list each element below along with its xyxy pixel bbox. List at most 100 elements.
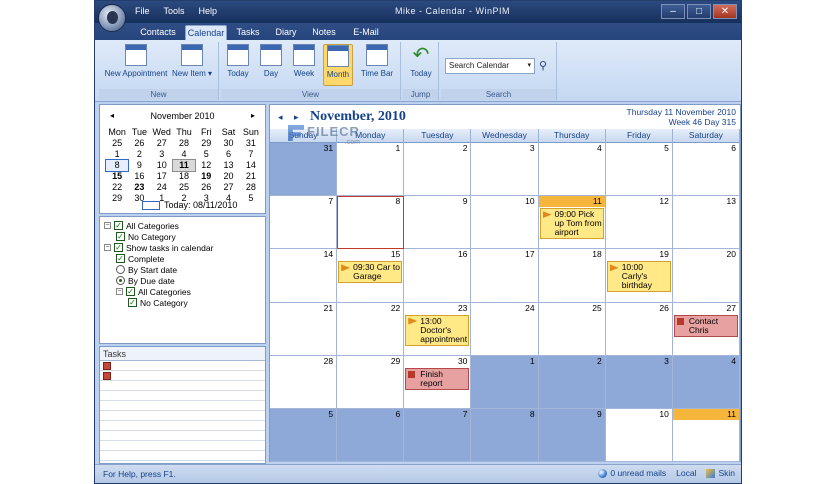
mini-calendar-day[interactable]: 26 — [195, 182, 217, 193]
calendar-day-cell[interactable]: 14 — [270, 249, 338, 303]
calendar-next-button[interactable]: ▸ — [294, 112, 299, 123]
calendar-event[interactable]: 09:00 Pick up Tom from airport — [539, 208, 604, 240]
calendar-day-cell[interactable]: 11 09:00 Pick up Tom from airport — [538, 196, 606, 250]
calendar-day-cell[interactable]: 8 — [471, 408, 539, 462]
view-week-button[interactable]: Week — [289, 44, 319, 78]
mini-calendar-day[interactable]: 12 — [195, 160, 217, 171]
calendar-event[interactable]: 10:00 Carly's birthday — [606, 261, 671, 293]
mini-calendar-day[interactable]: 25 — [173, 182, 195, 193]
calendar-day-cell[interactable]: 20 — [672, 249, 740, 303]
mini-calendar-next-button[interactable]: ▸ — [251, 111, 255, 120]
mini-calendar-day[interactable]: 15 — [106, 171, 128, 182]
unread-mails-status[interactable]: 0 unread mails — [598, 468, 666, 479]
mini-calendar-day[interactable]: 4 — [173, 149, 195, 160]
calendar-day-cell[interactable]: 24 — [471, 302, 539, 356]
search-icon[interactable]: ⚲ — [539, 59, 547, 72]
tab-calendar[interactable]: Calendar — [185, 25, 227, 40]
calendar-day-cell[interactable]: 9 — [538, 408, 606, 462]
jump-today-button[interactable]: ↶ Today — [405, 44, 437, 78]
skin-button[interactable]: Skin — [706, 468, 735, 479]
app-orb-button[interactable] — [98, 4, 126, 32]
task-row[interactable] — [100, 381, 265, 391]
mini-calendar-day[interactable]: 31 — [240, 138, 262, 149]
calendar-prev-button[interactable]: ◂ — [278, 112, 283, 123]
mini-calendar-day[interactable]: 19 — [195, 171, 217, 182]
checkbox[interactable]: ✓ — [126, 287, 135, 296]
mini-calendar-day[interactable]: 1 — [106, 149, 128, 160]
mini-calendar-day[interactable]: 28 — [240, 182, 262, 193]
mini-calendar-day[interactable]: 20 — [217, 171, 239, 182]
calendar-day-cell[interactable]: 30 Finish report — [404, 355, 472, 409]
close-button[interactable]: ✕ — [713, 4, 737, 19]
mini-calendar-day[interactable]: 27 — [151, 138, 173, 149]
calendar-day-cell[interactable]: 2 — [404, 143, 472, 197]
calendar-day-cell[interactable]: 7 — [404, 408, 472, 462]
checkbox[interactable]: ✓ — [116, 232, 125, 241]
mini-calendar-day[interactable]: 17 — [151, 171, 173, 182]
mini-calendar-day[interactable]: 29 — [195, 138, 217, 149]
new-appointment-button[interactable]: New Appointment — [103, 44, 169, 78]
task-row[interactable] — [100, 431, 265, 441]
expand-collapse-icon[interactable]: − — [104, 244, 111, 251]
filter-item[interactable]: − ✓ All Categories — [116, 286, 191, 297]
tab-notes[interactable]: Notes — [307, 25, 341, 40]
calendar-day-cell[interactable]: 31 — [270, 143, 338, 197]
calendar-day-cell[interactable]: 2 — [538, 355, 606, 409]
mini-calendar-day[interactable]: 5 — [195, 149, 217, 160]
view-day-button[interactable]: Day — [257, 44, 285, 78]
mini-calendar-day[interactable]: 2 — [128, 149, 150, 160]
calendar-event[interactable]: 09:30 Car to Garage — [338, 261, 403, 284]
task-row[interactable] — [100, 441, 265, 451]
calendar-day-cell[interactable]: 18 — [538, 249, 606, 303]
task-row[interactable] — [100, 401, 265, 411]
calendar-day-cell[interactable]: 17 — [471, 249, 539, 303]
mini-calendar-day[interactable]: 23 — [128, 182, 150, 193]
new-item-button[interactable]: New Item ▾ — [169, 44, 215, 78]
filter-item[interactable]: ✓ Complete — [116, 253, 164, 264]
mini-calendar-day[interactable]: 8 — [104, 159, 130, 172]
calendar-event[interactable]: 13:00 Doctor's appointment — [405, 314, 470, 346]
calendar-day-cell[interactable]: 15 09:30 Car to Garage — [337, 249, 405, 303]
calendar-day-cell[interactable]: 23 13:00 Doctor's appointment — [404, 302, 472, 356]
calendar-day-cell[interactable]: 10 — [605, 408, 673, 462]
filter-item[interactable]: − ✓ All Categories — [104, 220, 179, 231]
filter-item[interactable]: − ✓ Show tasks in calendar — [104, 242, 213, 253]
calendar-day-cell[interactable]: 12 — [605, 196, 673, 250]
mini-calendar-day[interactable]: 22 — [106, 182, 128, 193]
expand-collapse-icon[interactable]: − — [104, 222, 111, 229]
filter-item[interactable]: By Start date — [116, 264, 177, 275]
task-row[interactable] — [100, 451, 265, 461]
tab-diary[interactable]: Diary — [269, 25, 303, 40]
mini-calendar-day[interactable]: 7 — [240, 149, 262, 160]
calendar-day-cell[interactable]: 1 — [471, 355, 539, 409]
mini-calendar-day[interactable]: 9 — [128, 160, 150, 171]
mini-calendar-day[interactable]: 6 — [217, 149, 239, 160]
mini-calendar-day[interactable]: 27 — [217, 182, 239, 193]
mini-calendar-day[interactable]: 25 — [106, 138, 128, 149]
calendar-day-cell[interactable]: 21 — [270, 302, 338, 356]
mini-calendar-day[interactable]: 10 — [151, 160, 173, 171]
filter-item[interactable]: ✓ No Category — [116, 231, 176, 242]
checkbox[interactable]: ✓ — [128, 298, 137, 307]
tab-contacts[interactable]: Contacts — [133, 25, 183, 40]
mini-calendar-day[interactable]: 28 — [173, 138, 195, 149]
chevron-down-icon[interactable]: ▾ — [527, 59, 531, 73]
filter-item[interactable]: By Due date — [116, 275, 175, 286]
calendar-day-cell[interactable]: 26 — [605, 302, 673, 356]
view-timebar-button[interactable]: Time Bar — [359, 44, 395, 78]
view-month-button[interactable]: Month — [323, 44, 353, 86]
radio-button[interactable] — [116, 265, 125, 274]
menu-tools[interactable]: Tools — [164, 6, 185, 16]
calendar-day-cell[interactable]: 22 — [337, 302, 405, 356]
radio-button[interactable] — [116, 276, 125, 285]
calendar-day-cell[interactable]: 28 — [270, 355, 338, 409]
task-row[interactable] — [100, 371, 265, 381]
task-row[interactable] — [100, 421, 265, 431]
calendar-day-cell[interactable]: 3 — [471, 143, 539, 197]
calendar-day-cell[interactable]: 7 — [270, 196, 338, 250]
mini-calendar-day[interactable]: 5 — [240, 193, 262, 204]
mini-calendar-day[interactable]: 26 — [128, 138, 150, 149]
mini-calendar-day[interactable]: 13 — [217, 160, 239, 171]
view-today-button[interactable]: Today — [223, 44, 253, 78]
calendar-event[interactable]: Contact Chris — [673, 314, 738, 337]
